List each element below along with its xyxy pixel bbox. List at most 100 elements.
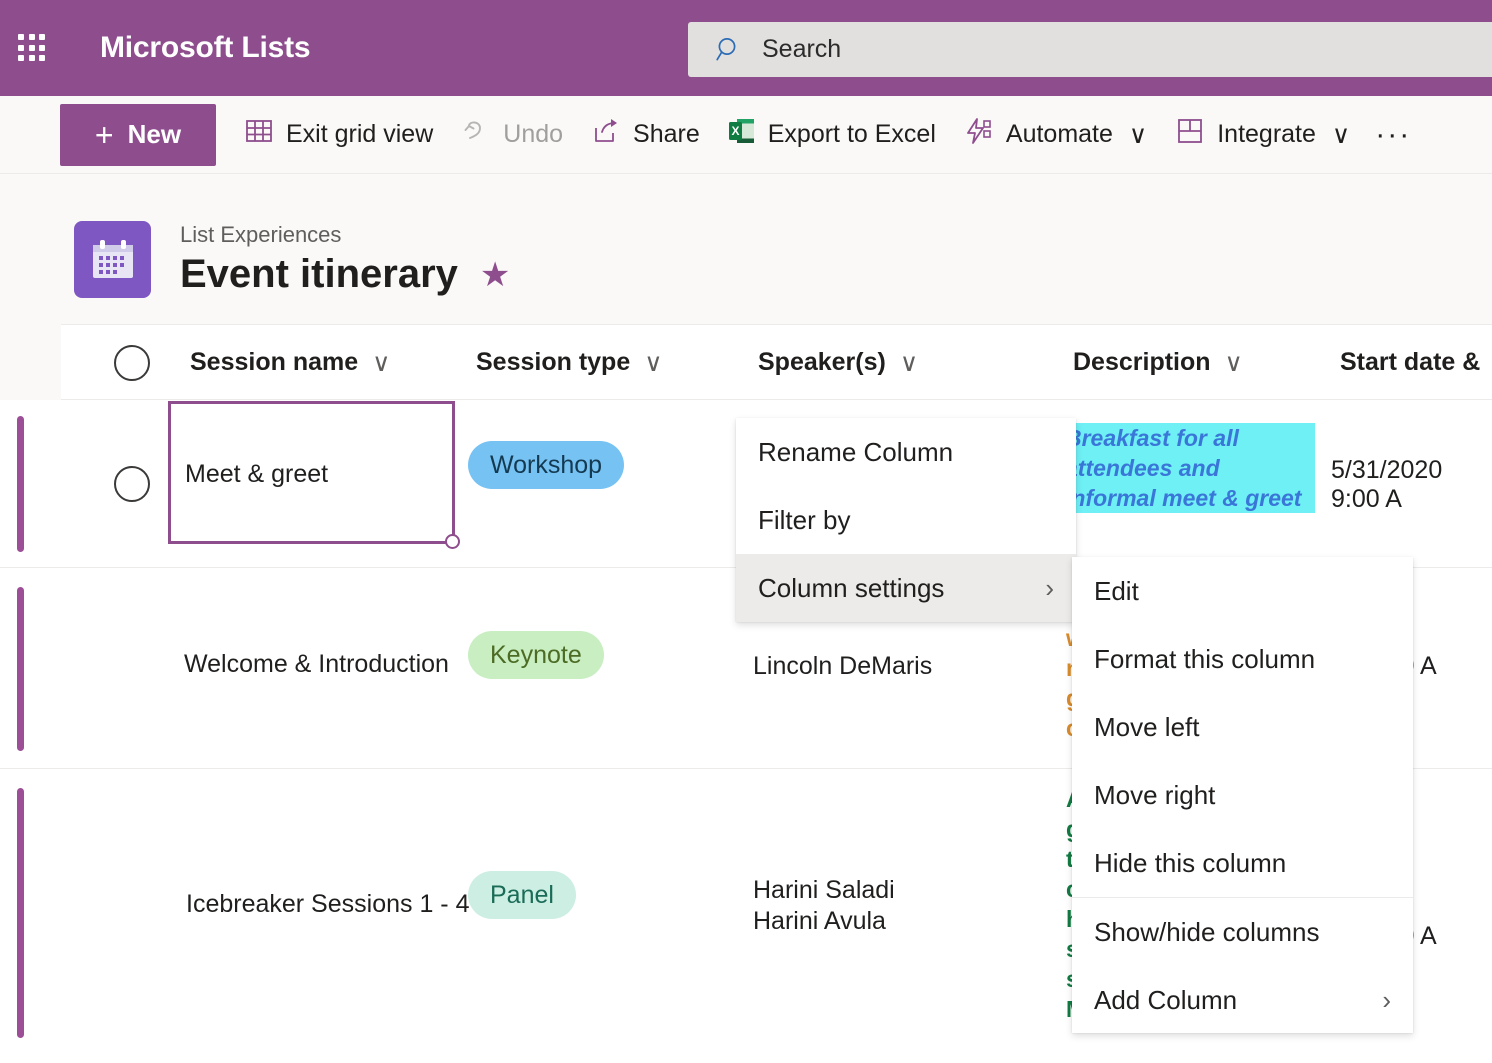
automate-label: Automate: [1005, 120, 1113, 148]
calendar-icon: [74, 221, 151, 298]
search-input[interactable]: [760, 34, 1460, 65]
title-row: Event itinerary ★: [180, 252, 510, 297]
menu-item-column-settings[interactable]: Column settings ›: [736, 554, 1076, 622]
integrate-label: Integrate: [1217, 120, 1316, 148]
app-name: Microsoft Lists: [100, 31, 311, 64]
menu-item-show-hide-columns[interactable]: Show/hide columns: [1072, 898, 1413, 966]
suite-bar: Microsoft Lists: [0, 0, 1492, 96]
menu-item-move-right[interactable]: Move right: [1072, 761, 1413, 829]
grid-icon: [244, 116, 274, 153]
menu-item-label: Rename Column: [758, 436, 954, 467]
column-header-start-date[interactable]: Start date &: [1340, 325, 1480, 400]
page-title: Event itinerary: [180, 252, 458, 296]
menu-item-filter-by[interactable]: Filter by: [736, 486, 1076, 554]
row-accent-bar: [17, 788, 24, 1038]
chevron-down-icon: ∨: [1128, 120, 1148, 149]
svg-text:X: X: [731, 124, 739, 138]
chevron-down-icon: ∨: [644, 348, 663, 377]
speakers-cell[interactable]: Harini Saladi Harini Avula: [753, 875, 895, 937]
column-header-label: Session name: [190, 348, 359, 376]
status-badge: Keynote: [468, 631, 604, 679]
menu-item-label: Filter by: [758, 504, 851, 535]
excel-icon: X: [728, 116, 756, 153]
menu-item-label: Edit: [1094, 575, 1139, 606]
automate-icon: [964, 116, 994, 153]
session-type-cell[interactable]: Keynote: [468, 631, 604, 679]
share-button[interactable]: Share: [577, 104, 714, 166]
speakers-cell[interactable]: Lincoln DeMaris: [753, 652, 932, 681]
menu-item-label: Column settings: [758, 572, 945, 603]
column-header-label: Speaker(s): [758, 348, 886, 376]
row-accent-bar: [17, 587, 24, 751]
session-type-cell[interactable]: Panel: [468, 871, 576, 919]
lists-app-window: Microsoft Lists + New: [0, 0, 1492, 1063]
session-name-cell-editing[interactable]: Meet & greet: [168, 401, 460, 549]
column-header-session-name[interactable]: Session name ∨: [190, 325, 390, 400]
column-header-description[interactable]: Description ∨: [1073, 325, 1243, 400]
column-settings-submenu: Edit Format this column Move left Move r…: [1072, 557, 1413, 1033]
chevron-right-icon: ›: [1382, 984, 1391, 1015]
select-all-checkbox[interactable]: [114, 345, 150, 381]
share-label: Share: [633, 120, 700, 148]
menu-item-label: Format this column: [1094, 643, 1316, 674]
menu-item-label: Add Column: [1094, 984, 1238, 1015]
chevron-down-icon: ∨: [1224, 348, 1243, 377]
description-line: Breakfast for all: [1065, 423, 1315, 453]
menu-item-format-this-column[interactable]: Format this column: [1072, 625, 1413, 693]
search-icon: [712, 33, 746, 67]
description-line: informal meet & greet: [1065, 483, 1315, 513]
integrate-icon: [1175, 116, 1205, 153]
plus-icon: +: [94, 116, 114, 153]
waffle-icon: [18, 34, 46, 62]
favorite-star-icon[interactable]: ★: [480, 258, 510, 292]
session-name-cell[interactable]: Icebreaker Sessions 1 - 4: [186, 890, 469, 919]
menu-item-label: Hide this column: [1094, 847, 1287, 878]
session-name-cell[interactable]: Welcome & Introduction: [184, 650, 449, 679]
menu-item-move-left[interactable]: Move left: [1072, 693, 1413, 761]
menu-item-add-column[interactable]: Add Column ›: [1072, 966, 1413, 1034]
breadcrumb[interactable]: List Experiences: [180, 222, 341, 248]
start-date-cell[interactable]: 5/31/2020 9:00 A: [1331, 456, 1492, 514]
menu-item-rename-column[interactable]: Rename Column: [736, 418, 1076, 486]
column-context-menu: Rename Column Filter by Column settings …: [736, 418, 1076, 622]
chevron-right-icon: ›: [1045, 572, 1054, 603]
row-checkbox[interactable]: [114, 466, 150, 502]
session-name-value: Meet & greet: [185, 460, 329, 488]
menu-item-label: Show/hide columns: [1094, 916, 1320, 947]
speaker-name: Harini Avula: [753, 907, 886, 935]
menu-item-hide-this-column[interactable]: Hide this column: [1072, 829, 1413, 897]
exit-grid-view-button[interactable]: Exit grid view: [230, 104, 447, 166]
app-launcher-button[interactable]: [0, 0, 64, 96]
export-to-excel-button[interactable]: X Export to Excel: [714, 104, 950, 166]
chevron-down-icon: ∨: [1331, 120, 1351, 149]
status-badge: Workshop: [468, 441, 625, 489]
undo-button[interactable]: Undo: [447, 104, 577, 166]
status-badge: Panel: [468, 871, 576, 919]
column-header-speakers[interactable]: Speaker(s) ∨: [758, 325, 918, 400]
chevron-down-icon: ∨: [372, 348, 391, 377]
automate-button[interactable]: Automate ∨: [950, 104, 1161, 166]
menu-item-label: Move right: [1094, 779, 1216, 810]
more-commands-button[interactable]: ···: [1364, 104, 1422, 166]
menu-item-edit[interactable]: Edit: [1072, 557, 1413, 625]
export-to-excel-label: Export to Excel: [767, 120, 936, 148]
row-accent-bar: [17, 416, 24, 552]
undo-icon: [461, 116, 491, 153]
list-header: List Experiences Event itinerary ★: [0, 174, 1492, 324]
new-button[interactable]: + New: [60, 103, 216, 166]
session-type-cell[interactable]: Workshop: [468, 441, 625, 489]
chevron-down-icon: ∨: [899, 348, 919, 377]
menu-item-label: Move left: [1094, 711, 1200, 742]
column-header-session-type[interactable]: Session type ∨: [476, 325, 663, 400]
speaker-name: Harini Saladi: [753, 876, 895, 904]
new-button-label: New: [127, 119, 182, 149]
search-box[interactable]: [688, 22, 1492, 77]
column-header-label: Description: [1073, 348, 1211, 376]
column-header-label: Session type: [476, 348, 631, 376]
share-icon: [591, 116, 621, 153]
integrate-button[interactable]: Integrate ∨: [1161, 104, 1364, 166]
description-cell[interactable]: Breakfast for all attendees and informal…: [1065, 423, 1315, 513]
exit-grid-view-label: Exit grid view: [286, 120, 434, 148]
command-bar: + New Exit grid view Undo Share X Export…: [0, 96, 1492, 174]
fill-handle[interactable]: [445, 534, 460, 549]
